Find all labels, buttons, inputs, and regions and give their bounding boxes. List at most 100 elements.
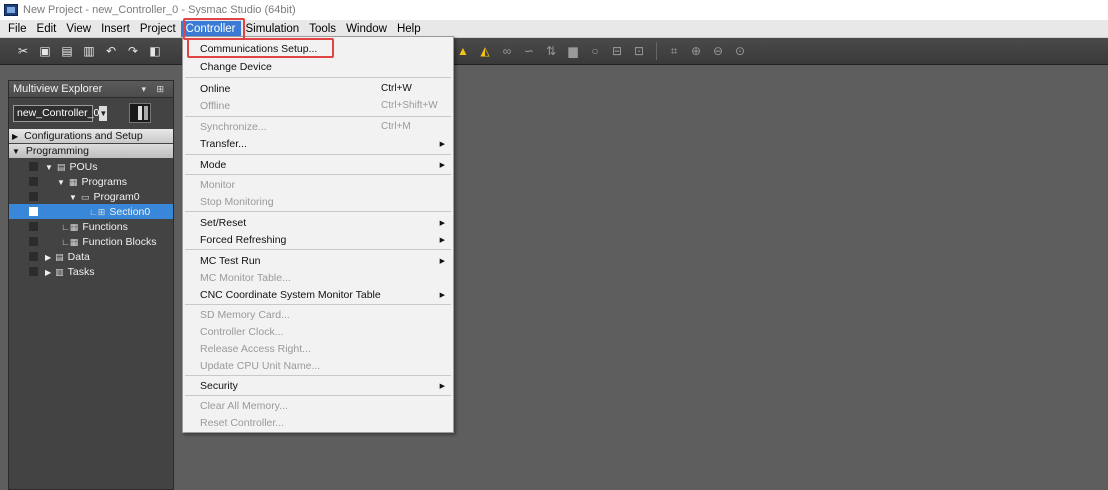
tree-checkbox[interactable] [29,222,38,231]
submenu-arrow-icon: ▶ [439,219,445,227]
menu-item-offline: Offline Ctrl+Shift+W [183,96,453,115]
sysmac-app-icon [4,4,18,16]
menu-project[interactable]: Project [135,21,181,37]
menu-item-forced-refreshing[interactable]: Forced Refreshing ▶ [183,230,453,249]
controller-dropdown[interactable]: new_Controller_0 ▼ [13,104,108,122]
menu-item-cnc-monitor-table[interactable]: CNC Coordinate System Monitor Table ▶ [183,285,453,304]
network-2-icon[interactable]: ⊡ [628,41,650,61]
tree-checkbox[interactable] [29,237,38,246]
mode-label: Mode [200,158,227,171]
warning-icon[interactable]: ▲ [452,41,474,61]
expand-down-icon[interactable]: ▼ [45,163,53,172]
tree-item-data[interactable]: ▶ ▤ Data [9,249,173,264]
transfer-icon[interactable]: ⇅ [540,41,562,61]
expand-down-icon[interactable]: ▼ [12,147,20,156]
update-cpu-unit-name-label: Update CPU Unit Name... [200,359,321,372]
tree-item-section0[interactable]: ∟⊞ Section0 [9,204,173,219]
menu-insert[interactable]: Insert [96,21,135,37]
submenu-arrow-icon: ▶ [439,140,445,148]
cycle-icon[interactable]: ○ [584,41,606,61]
tree-checkbox[interactable] [29,267,38,276]
configurations-label: Configurations and Setup [24,130,143,142]
reset-controller-label: Reset Controller... [200,416,285,429]
expand-right-icon[interactable]: ▶ [45,253,51,262]
zoom-in-icon[interactable]: ⊕ [685,41,707,61]
expand-right-icon[interactable]: ▶ [12,132,18,141]
menu-item-security[interactable]: Security ▶ [183,376,453,395]
title-bar: New Project - new_Controller_0 - Sysmac … [0,0,1108,20]
tree-label-programs: Programs [81,175,127,188]
function-blocks-folder-icon: ∟▦ [61,236,79,247]
menu-edit[interactable]: Edit [32,21,62,37]
tree-item-functions[interactable]: ∟▦ Functions [9,219,173,234]
data-icon: ▤ [55,251,64,262]
tree-label-data: Data [67,250,90,263]
tree-checkbox[interactable] [29,207,38,216]
menu-help[interactable]: Help [392,21,426,37]
tree-label-program0: Program0 [93,190,140,203]
paste-icon[interactable]: ▤ [56,41,78,61]
delete-icon[interactable]: ▥ [78,41,100,61]
release-access-right-label: Release Access Right... [200,342,311,355]
change-device-label: Change Device [200,60,272,73]
network-icon[interactable]: ⊟ [606,41,628,61]
alert-icon[interactable]: ◭ [474,41,496,61]
tree-label-section0: Section0 [109,205,151,218]
cut-icon[interactable]: ✂ [12,41,34,61]
programming-tree: ▼ ▤ POUs ▼ ▦ Programs ▼ ▭ Program0 ∟⊞ Section0 … [9,159,173,279]
tree-checkbox[interactable] [29,177,38,186]
find-icon[interactable]: ◧ [144,41,166,61]
controller-status-icon[interactable] [129,103,151,123]
clear-all-memory-label: Clear All Memory... [200,399,288,412]
tree-item-tasks[interactable]: ▶ ▥ Tasks [9,264,173,279]
explorer-title: Multiview Explorer [13,83,103,95]
link-icon[interactable]: ∞ [496,41,518,61]
undo-icon[interactable]: ↶ [100,41,122,61]
programming-section[interactable]: ▼ Programming [9,144,173,158]
menu-simulation[interactable]: Simulation [241,21,305,37]
sd-memory-card-label: SD Memory Card... [200,308,290,321]
menu-window[interactable]: Window [341,21,392,37]
menu-item-transfer[interactable]: Transfer... ▶ [183,134,453,153]
explorer-header: Multiview Explorer ▾ ⊞ [9,81,173,98]
synchronize-label: Synchronize... [200,120,267,133]
device-icon[interactable]: ▆ [562,41,584,61]
zoom-out-icon[interactable]: ⊖ [707,41,729,61]
tree-item-programs[interactable]: ▼ ▦ Programs [9,174,173,189]
online-label: Online [200,82,231,95]
functions-folder-icon: ∟▦ [61,221,79,232]
menu-file[interactable]: File [3,21,32,37]
menu-item-change-device[interactable]: Change Device [183,57,453,76]
stop-monitoring-label: Stop Monitoring [200,195,274,208]
toolbar-online-group: ▲ ◭ ∞ ∽ ⇅ ▆ ○ ⊟ ⊡ ⌗ ⊕ ⊖ ⊙ [452,41,751,61]
configurations-and-setup[interactable]: ▶ Configurations and Setup [9,129,173,143]
tree-label-tasks: Tasks [67,265,95,278]
offline-shortcut: Ctrl+Shift+W [381,100,438,111]
redo-icon[interactable]: ↷ [122,41,144,61]
zoom-reset-icon[interactable]: ⊙ [729,41,751,61]
tree-item-pous[interactable]: ▼ ▤ POUs [9,159,173,174]
menu-item-mode[interactable]: Mode ▶ [183,155,453,174]
chevron-down-icon[interactable]: ▼ [99,105,108,121]
menu-view[interactable]: View [61,21,96,37]
tree-label-functions: Functions [82,220,128,233]
disconnect-icon[interactable]: ∽ [518,41,540,61]
pin-icon[interactable]: ▾ ⊞ [141,84,168,95]
tree-checkbox[interactable] [29,162,38,171]
menu-item-stop-monitoring: Stop Monitoring [183,192,453,211]
expand-right-icon[interactable]: ▶ [45,268,51,277]
online-shortcut: Ctrl+W [381,83,412,94]
menu-tools[interactable]: Tools [304,21,341,37]
tree-checkbox[interactable] [29,192,38,201]
controller-menu: Communications Setup... Change Device On… [182,36,454,433]
copy-icon[interactable]: ▣ [34,41,56,61]
controller-select-row: new_Controller_0 ▼ [9,98,173,128]
fit-icon[interactable]: ⌗ [663,41,685,61]
tree-checkbox[interactable] [29,252,38,261]
programs-folder-icon: ▦ [68,176,78,187]
section-icon: ∟⊞ [89,206,106,217]
tree-item-function-blocks[interactable]: ∟▦ Function Blocks [9,234,173,249]
expand-down-icon[interactable]: ▼ [69,193,77,202]
expand-down-icon[interactable]: ▼ [57,178,65,187]
tree-item-program0[interactable]: ▼ ▭ Program0 [9,189,173,204]
